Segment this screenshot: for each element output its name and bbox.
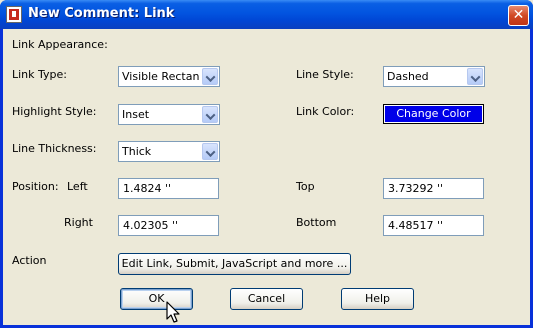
line-thickness-value: Thick xyxy=(122,145,152,158)
line-style-select[interactable]: Dashed xyxy=(383,66,485,87)
bottom-input[interactable]: 4.48517 '' xyxy=(383,215,484,236)
section-label: Link Appearance: xyxy=(12,38,108,51)
change-color-button[interactable]: Change Color xyxy=(383,104,484,124)
mouse-pointer-icon xyxy=(166,301,180,323)
cancel-button[interactable]: Cancel xyxy=(230,288,303,310)
dropdown-arrow-icon[interactable] xyxy=(202,143,218,160)
app-icon xyxy=(6,6,22,23)
position-label: Position: xyxy=(12,180,59,193)
dialog-body: Link Appearance: Link Type: Visible Rect… xyxy=(3,29,530,325)
dialog-window: New Comment: Link ✕ Link Appearance: Lin… xyxy=(0,0,533,328)
left-input[interactable]: 1.4824 '' xyxy=(118,178,219,199)
dropdown-arrow-icon[interactable] xyxy=(202,106,218,123)
line-thickness-select[interactable]: Thick xyxy=(118,141,220,162)
ok-button[interactable]: OK xyxy=(120,288,193,310)
right-input[interactable]: 4.02305 '' xyxy=(118,215,219,236)
link-type-label: Link Type: xyxy=(12,68,67,81)
link-type-select[interactable]: Visible Rectangl xyxy=(118,66,220,87)
title-bar[interactable]: New Comment: Link ✕ xyxy=(0,0,533,29)
close-icon[interactable]: ✕ xyxy=(508,5,529,26)
link-type-value: Visible Rectangl xyxy=(122,70,199,83)
link-color-label: Link Color: xyxy=(296,105,355,118)
edit-link-button[interactable]: Edit Link, Submit, JavaScript and more .… xyxy=(118,253,351,275)
top-label: Top xyxy=(296,180,315,193)
highlight-style-label: Highlight Style: xyxy=(12,105,97,118)
action-label: Action xyxy=(12,254,47,267)
highlight-style-select[interactable]: Inset xyxy=(118,104,220,125)
help-button[interactable]: Help xyxy=(341,288,414,310)
window-title: New Comment: Link xyxy=(28,6,175,21)
line-style-label: Line Style: xyxy=(296,68,354,81)
line-style-value: Dashed xyxy=(387,70,429,83)
highlight-style-value: Inset xyxy=(122,108,150,121)
line-thickness-label: Line Thickness: xyxy=(12,142,97,155)
bottom-label: Bottom xyxy=(296,216,337,229)
left-label: Left xyxy=(67,180,88,193)
dropdown-arrow-icon[interactable] xyxy=(467,68,483,85)
dropdown-arrow-icon[interactable] xyxy=(202,68,218,85)
right-label: Right xyxy=(64,216,93,229)
top-input[interactable]: 3.73292 '' xyxy=(383,178,484,199)
